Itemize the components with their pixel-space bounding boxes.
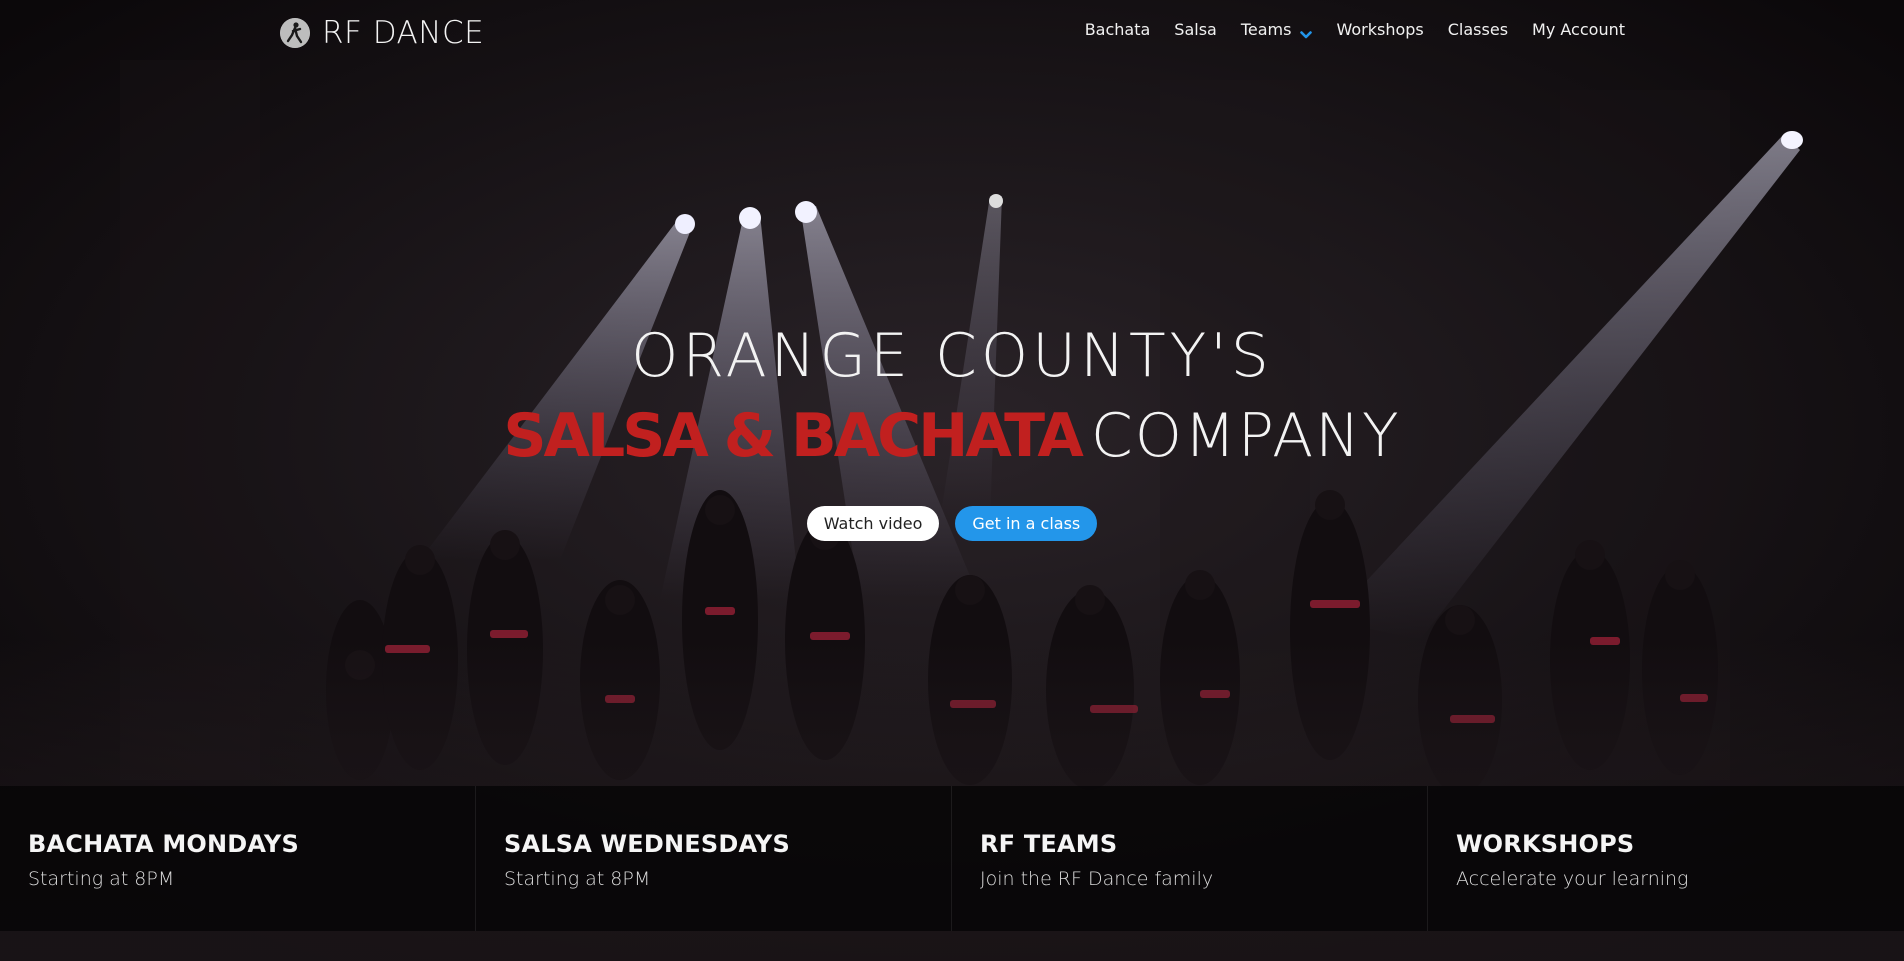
feature-subtitle: Starting at 8PM [504,868,651,890]
nav-item-my-account[interactable]: My Account [1532,20,1625,39]
feature-salsa-wednesdays[interactable]: SALSA WEDNESDAYS Starting at 8PM [476,786,952,931]
hero-heading-highlight: SALSA & BACHATA [503,401,1084,471]
hero-heading-line-2: SALSA & BACHATA COMPANY [0,406,1904,466]
dancer-silhouette-icon [280,18,310,48]
site-header: RF DANCE Bachata Salsa Teams Workshops C… [0,0,1904,66]
chevron-down-icon [1300,25,1313,38]
brand-name: RF DANCE [322,15,485,51]
feature-subtitle: Starting at 8PM [28,868,175,890]
watch-video-button[interactable]: Watch video [806,506,940,541]
hero-heading-line-1: ORANGE COUNTY'S [631,321,1273,391]
feature-title: RF TEAMS [980,830,1118,858]
feature-subtitle: Join the RF Dance family [980,868,1214,890]
feature-title: WORKSHOPS [1456,830,1635,858]
feature-strip: BACHATA MONDAYS Starting at 8PM SALSA WE… [0,786,1904,931]
feature-rf-teams[interactable]: RF TEAMS Join the RF Dance family [952,786,1428,931]
main-nav: Bachata Salsa Teams Workshops Classes My… [1085,20,1625,39]
nav-item-workshops[interactable]: Workshops [1336,20,1423,39]
nav-item-classes[interactable]: Classes [1448,20,1508,39]
feature-bachata-mondays[interactable]: BACHATA MONDAYS Starting at 8PM [0,786,476,931]
nav-item-teams-label: Teams [1240,20,1292,39]
brand-logo-link[interactable]: RF DANCE [280,14,484,52]
feature-subtitle: Accelerate your learning [1456,868,1689,890]
hero-heading-rest: COMPANY [1090,401,1401,471]
get-in-a-class-button[interactable]: Get in a class [955,506,1098,541]
feature-title: BACHATA MONDAYS [28,830,299,858]
feature-title: SALSA WEDNESDAYS [504,830,790,858]
nav-item-salsa[interactable]: Salsa [1174,20,1217,39]
hero-buttons: Watch video Get in a class [0,506,1904,541]
nav-item-teams[interactable]: Teams [1241,20,1313,39]
nav-item-bachata[interactable]: Bachata [1085,20,1151,39]
feature-workshops[interactable]: WORKSHOPS Accelerate your learning [1428,786,1904,931]
